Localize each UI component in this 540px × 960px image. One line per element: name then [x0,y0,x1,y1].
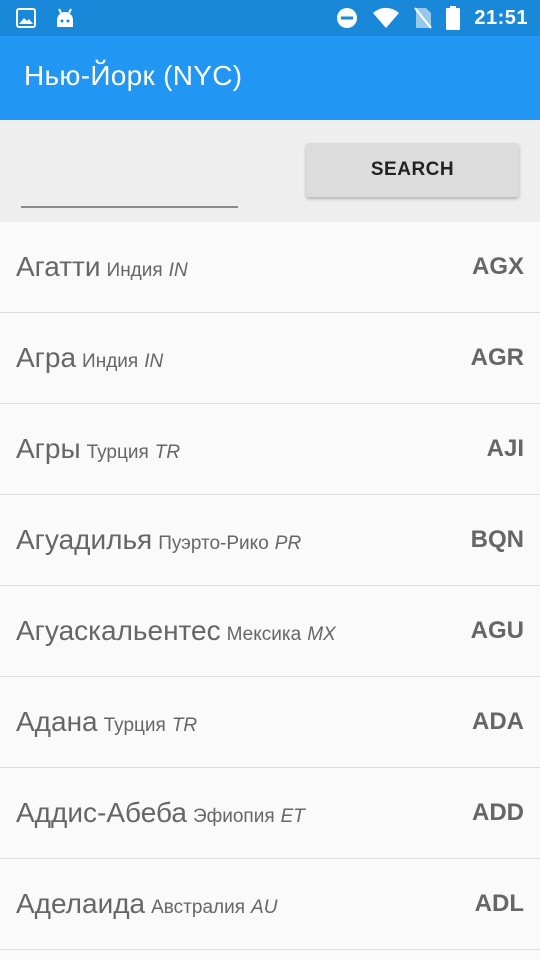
airport-name: Аделаида Австралия AU [16,859,277,954]
city-name: Агатти [16,251,101,282]
page-title: Нью-Йорк (NYC) [24,60,243,91]
country-name: Индия [82,351,139,372]
country-code: ET [280,806,305,827]
city-name: Агуадилья [16,524,153,555]
country-code: TR [171,715,198,736]
country-name: Эфиопия [192,806,275,827]
country-code: IN [144,351,164,372]
no-sim-icon [414,7,433,29]
airport-code: AGU [470,617,524,644]
status-bar: 21:51 [0,0,540,36]
search-input[interactable] [21,164,238,208]
airport-code: AGX [471,253,524,280]
search-button[interactable]: SEARCH [306,143,519,197]
airport-name: Агатти Индия IN [16,222,188,317]
clock: 21:51 [474,6,528,29]
airport-name: Агра Индия IN [16,313,163,408]
list-item[interactable]: Адана Турция TR ADA [0,677,540,768]
list-item[interactable]: Аделаида Австралия AU ADL [0,859,540,950]
list-item[interactable]: Агатти Индия IN AGX [0,222,540,313]
list-item[interactable]: Агры Турция TR AJI [0,404,540,495]
city-name: Аделаида [16,888,146,919]
image-icon [16,8,36,28]
do-not-disturb-icon [336,7,358,29]
city-name: Аддис-Абеба [16,797,187,828]
country-name: Турция [103,715,166,736]
country-name: Пуэрто-Рико [158,533,269,554]
country-name: Индия [106,260,163,281]
city-name: Агуаскальентес [16,615,221,646]
city-name: Агра [16,342,77,373]
airport-code: ADA [472,708,524,735]
airport-name: Агуаскальентес Мексика MX [16,586,336,681]
search-bar: SEARCH [0,120,540,222]
country-code: AU [251,897,278,918]
country-code: MX [307,624,336,645]
app-bar: Нью-Йорк (NYC) [0,36,540,120]
city-name: Адана [16,706,98,737]
airport-list: Агатти Индия IN AGX Агра Индия IN AGR Агры Турция… [0,222,540,950]
country-code: TR [154,442,181,463]
country-name: Мексика [226,624,302,645]
airport-name: Адана Турция TR [16,677,197,772]
list-item[interactable]: Аддис-Абеба Эфиопия ET ADD [0,768,540,859]
airport-code: ADL [474,890,524,917]
airport-name: Аддис-Абеба Эфиопия ET [16,768,305,863]
country-name: Турция [86,442,149,463]
list-item[interactable]: Агуаскальентес Мексика MX AGU [0,586,540,677]
airport-name: Агры Турция TR [16,404,180,499]
country-code: PR [274,533,302,554]
wifi-icon [372,7,400,29]
list-item[interactable]: Агра Индия IN AGR [0,313,540,404]
list-item[interactable]: Агуадилья Пуэрто-Рико PR BQN [0,495,540,586]
airport-code: BQN [470,526,524,553]
country-code: IN [168,260,188,281]
country-name: Австралия [151,897,246,918]
airport-code: AJI [486,435,524,462]
airport-code: ADD [472,799,524,826]
city-name: Агры [16,433,81,464]
airport-code: AGR [470,344,524,371]
battery-icon [446,6,461,30]
android-icon [54,7,76,29]
airport-name: Агуадилья Пуэрто-Рико PR [16,495,301,590]
